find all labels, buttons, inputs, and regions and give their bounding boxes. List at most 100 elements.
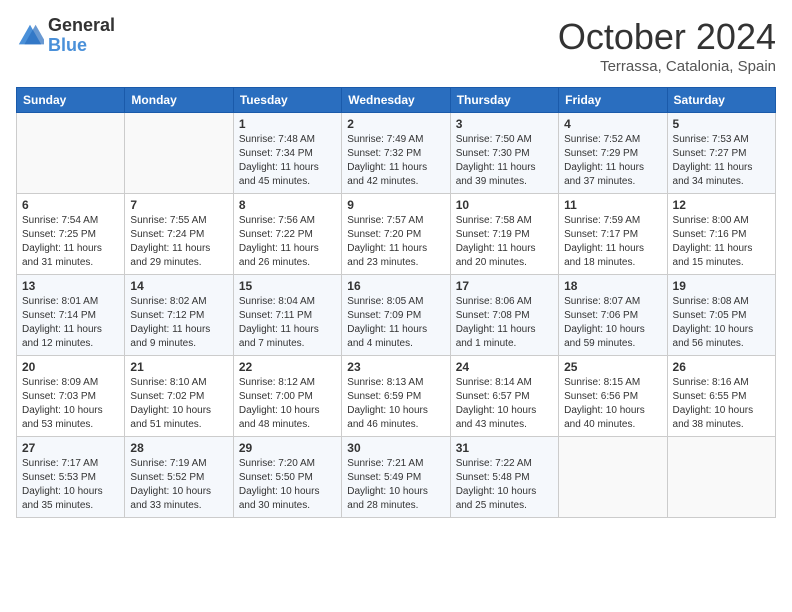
calendar-cell bbox=[559, 437, 667, 518]
calendar-week-row: 20 Sunrise: 8:09 AM Sunset: 7:03 PM Dayli… bbox=[17, 356, 776, 437]
calendar-cell: 16Sunrise: 8:05 AM Sunset: 7:09 PM Dayli… bbox=[342, 275, 450, 356]
day-number: 24 bbox=[456, 360, 553, 374]
day-info: Sunrise: 8:04 AM Sunset: 7:11 PM Dayligh… bbox=[239, 295, 336, 351]
day-info: Sunrise: 7:22 AM Sunset: 5:48 PM Dayligh… bbox=[456, 457, 553, 513]
day-info: Sunrise: 8:12 AM Sunset: 7:00 PM Dayligh… bbox=[239, 376, 336, 432]
day-number: 11 bbox=[564, 198, 661, 212]
day-info: Sunrise: 7:54 AM Sunset: 7:25 PM Dayligh… bbox=[22, 214, 119, 270]
calendar-cell: 17 Sunrise: 8:06 AM Sunset: 7:08 PM Dayli… bbox=[450, 275, 558, 356]
day-info: Sunrise: 7:58 AM Sunset: 7:19 PM Dayligh… bbox=[456, 214, 553, 270]
logo: General Blue bbox=[16, 16, 115, 56]
day-number: 23 bbox=[347, 360, 444, 374]
calendar-table: SundayMondayTuesdayWednesdayThursdayFrid… bbox=[16, 87, 776, 518]
day-info: Sunrise: 8:13 AM Sunset: 6:59 PM Dayligh… bbox=[347, 376, 444, 432]
day-info: Sunrise: 7:59 AM Sunset: 7:17 PM Dayligh… bbox=[564, 214, 661, 270]
day-info: Sunrise: 7:48 AM Sunset: 7:34 PM Dayligh… bbox=[239, 133, 336, 189]
calendar-cell: 4 Sunrise: 7:52 AM Sunset: 7:29 PM Daylig… bbox=[559, 113, 667, 194]
column-header-wednesday: Wednesday bbox=[342, 88, 450, 113]
day-number: 31 bbox=[456, 441, 553, 455]
day-info: Sunrise: 7:49 AM Sunset: 7:32 PM Dayligh… bbox=[347, 133, 444, 189]
day-number: 1 bbox=[239, 117, 336, 131]
calendar-cell: 11 Sunrise: 7:59 AM Sunset: 7:17 PM Dayli… bbox=[559, 194, 667, 275]
day-info: Sunrise: 7:52 AM Sunset: 7:29 PM Dayligh… bbox=[564, 133, 661, 189]
day-info: Sunrise: 7:55 AM Sunset: 7:24 PM Dayligh… bbox=[130, 214, 227, 270]
day-number: 4 bbox=[564, 117, 661, 131]
day-number: 8 bbox=[239, 198, 336, 212]
logo-icon bbox=[16, 22, 44, 50]
day-number: 14 bbox=[130, 279, 227, 293]
calendar-cell: 8 Sunrise: 7:56 AM Sunset: 7:22 PM Daylig… bbox=[233, 194, 341, 275]
calendar-header-row: SundayMondayTuesdayWednesdayThursdayFrid… bbox=[17, 88, 776, 113]
day-info: Sunrise: 8:07 AM Sunset: 7:06 PM Dayligh… bbox=[564, 295, 661, 351]
calendar-cell: 10Sunrise: 7:58 AM Sunset: 7:19 PM Dayli… bbox=[450, 194, 558, 275]
day-number: 13 bbox=[22, 279, 119, 293]
title-block: October 2024 Terrassa, Catalonia, Spain bbox=[558, 16, 776, 75]
day-info: Sunrise: 7:19 AM Sunset: 5:52 PM Dayligh… bbox=[130, 457, 227, 513]
calendar-cell bbox=[667, 437, 775, 518]
calendar-cell: 2 Sunrise: 7:49 AM Sunset: 7:32 PM Daylig… bbox=[342, 113, 450, 194]
calendar-cell: 19 Sunrise: 8:08 AM Sunset: 7:05 PM Dayli… bbox=[667, 275, 775, 356]
calendar-cell bbox=[17, 113, 125, 194]
day-info: Sunrise: 7:20 AM Sunset: 5:50 PM Dayligh… bbox=[239, 457, 336, 513]
day-info: Sunrise: 8:02 AM Sunset: 7:12 PM Dayligh… bbox=[130, 295, 227, 351]
calendar-cell bbox=[125, 113, 233, 194]
day-number: 16 bbox=[347, 279, 444, 293]
calendar-cell: 21Sunrise: 8:10 AM Sunset: 7:02 PM Dayli… bbox=[125, 356, 233, 437]
calendar-week-row: 13 Sunrise: 8:01 AM Sunset: 7:14 PM Dayli… bbox=[17, 275, 776, 356]
day-number: 20 bbox=[22, 360, 119, 374]
calendar-cell: 22 Sunrise: 8:12 AM Sunset: 7:00 PM Dayli… bbox=[233, 356, 341, 437]
month-title: October 2024 bbox=[558, 16, 776, 58]
location-subtitle: Terrassa, Catalonia, Spain bbox=[558, 58, 776, 75]
day-info: Sunrise: 8:06 AM Sunset: 7:08 PM Dayligh… bbox=[456, 295, 553, 351]
calendar-cell: 30 Sunrise: 7:21 AM Sunset: 5:49 PM Dayli… bbox=[342, 437, 450, 518]
calendar-cell: 20 Sunrise: 8:09 AM Sunset: 7:03 PM Dayli… bbox=[17, 356, 125, 437]
day-number: 25 bbox=[564, 360, 661, 374]
day-info: Sunrise: 8:14 AM Sunset: 6:57 PM Dayligh… bbox=[456, 376, 553, 432]
logo-blue: Blue bbox=[48, 36, 115, 56]
day-number: 21 bbox=[130, 360, 227, 374]
day-number: 15 bbox=[239, 279, 336, 293]
day-number: 26 bbox=[673, 360, 770, 374]
calendar-week-row: 27Sunrise: 7:17 AM Sunset: 5:53 PM Dayli… bbox=[17, 437, 776, 518]
day-number: 6 bbox=[22, 198, 119, 212]
day-number: 2 bbox=[347, 117, 444, 131]
calendar-cell: 13 Sunrise: 8:01 AM Sunset: 7:14 PM Dayli… bbox=[17, 275, 125, 356]
calendar-cell: 26 Sunrise: 8:16 AM Sunset: 6:55 PM Dayli… bbox=[667, 356, 775, 437]
day-number: 9 bbox=[347, 198, 444, 212]
calendar-cell: 1 Sunrise: 7:48 AM Sunset: 7:34 PM Daylig… bbox=[233, 113, 341, 194]
calendar-cell: 27Sunrise: 7:17 AM Sunset: 5:53 PM Dayli… bbox=[17, 437, 125, 518]
day-number: 12 bbox=[673, 198, 770, 212]
calendar-cell: 18 Sunrise: 8:07 AM Sunset: 7:06 PM Dayli… bbox=[559, 275, 667, 356]
day-info: Sunrise: 8:01 AM Sunset: 7:14 PM Dayligh… bbox=[22, 295, 119, 351]
logo-general: General bbox=[48, 16, 115, 36]
day-number: 30 bbox=[347, 441, 444, 455]
column-header-sunday: Sunday bbox=[17, 88, 125, 113]
day-number: 22 bbox=[239, 360, 336, 374]
day-info: Sunrise: 8:16 AM Sunset: 6:55 PM Dayligh… bbox=[673, 376, 770, 432]
calendar-cell: 6 Sunrise: 7:54 AM Sunset: 7:25 PM Daylig… bbox=[17, 194, 125, 275]
calendar-cell: 7 Sunrise: 7:55 AM Sunset: 7:24 PM Daylig… bbox=[125, 194, 233, 275]
day-number: 19 bbox=[673, 279, 770, 293]
day-info: Sunrise: 7:53 AM Sunset: 7:27 PM Dayligh… bbox=[673, 133, 770, 189]
calendar-cell: 14 Sunrise: 8:02 AM Sunset: 7:12 PM Dayli… bbox=[125, 275, 233, 356]
day-number: 28 bbox=[130, 441, 227, 455]
calendar-cell: 5Sunrise: 7:53 AM Sunset: 7:27 PM Daylig… bbox=[667, 113, 775, 194]
calendar-cell: 23 Sunrise: 8:13 AM Sunset: 6:59 PM Dayli… bbox=[342, 356, 450, 437]
calendar-cell: 15 Sunrise: 8:04 AM Sunset: 7:11 PM Dayli… bbox=[233, 275, 341, 356]
day-number: 7 bbox=[130, 198, 227, 212]
calendar-cell: 3Sunrise: 7:50 AM Sunset: 7:30 PM Daylig… bbox=[450, 113, 558, 194]
day-number: 17 bbox=[456, 279, 553, 293]
day-info: Sunrise: 8:08 AM Sunset: 7:05 PM Dayligh… bbox=[673, 295, 770, 351]
day-info: Sunrise: 8:15 AM Sunset: 6:56 PM Dayligh… bbox=[564, 376, 661, 432]
day-info: Sunrise: 7:56 AM Sunset: 7:22 PM Dayligh… bbox=[239, 214, 336, 270]
day-number: 3 bbox=[456, 117, 553, 131]
day-number: 29 bbox=[239, 441, 336, 455]
calendar-week-row: 1 Sunrise: 7:48 AM Sunset: 7:34 PM Daylig… bbox=[17, 113, 776, 194]
column-header-saturday: Saturday bbox=[667, 88, 775, 113]
calendar-cell: 31 Sunrise: 7:22 AM Sunset: 5:48 PM Dayli… bbox=[450, 437, 558, 518]
day-info: Sunrise: 7:21 AM Sunset: 5:49 PM Dayligh… bbox=[347, 457, 444, 513]
column-header-friday: Friday bbox=[559, 88, 667, 113]
day-number: 18 bbox=[564, 279, 661, 293]
day-info: Sunrise: 8:09 AM Sunset: 7:03 PM Dayligh… bbox=[22, 376, 119, 432]
column-header-thursday: Thursday bbox=[450, 88, 558, 113]
